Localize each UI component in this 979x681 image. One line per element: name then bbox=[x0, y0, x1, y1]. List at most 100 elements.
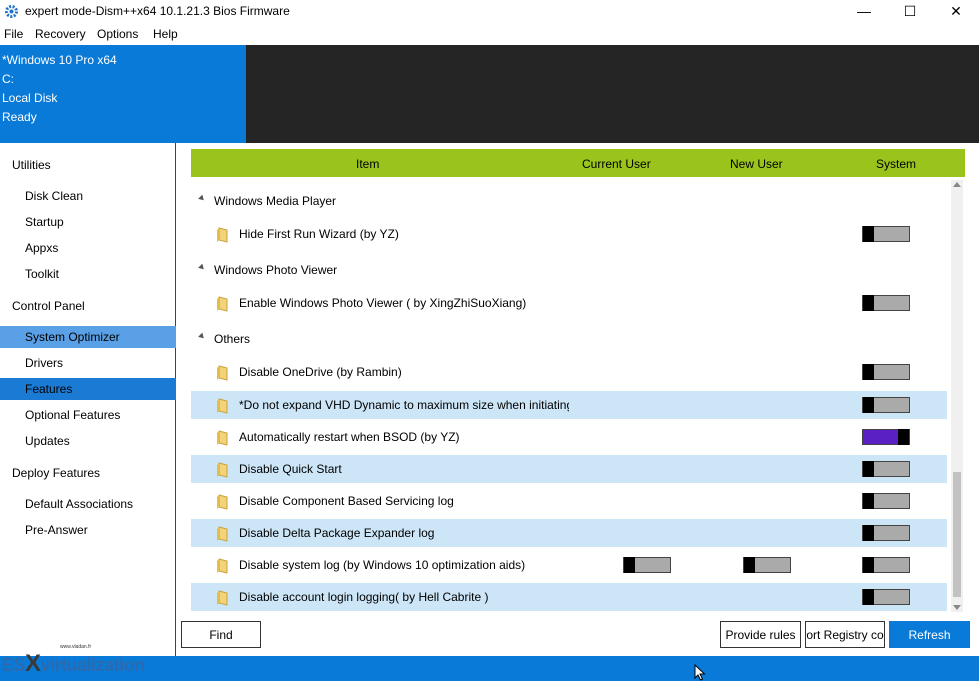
folder-icon bbox=[217, 558, 228, 574]
system-toggle[interactable] bbox=[862, 557, 910, 573]
session-info-panel[interactable]: *Windows 10 Pro x64 C: Local Disk Ready bbox=[0, 45, 246, 143]
export-registry-button[interactable]: ort Registry co bbox=[805, 621, 885, 648]
scrollbar-thumb[interactable] bbox=[953, 472, 961, 597]
list-item[interactable]: Disable Component Based Servicing log bbox=[191, 487, 947, 515]
window-title: expert mode-Dism++x64 10.1.21.3 Bios Fir… bbox=[25, 4, 290, 18]
list-item[interactable]: Disable account login logging( by Hell C… bbox=[191, 583, 947, 611]
refresh-button[interactable]: Refresh bbox=[889, 621, 970, 648]
session-list-area bbox=[246, 45, 979, 143]
maximize-button[interactable]: ☐ bbox=[887, 0, 933, 22]
item-label: Disable system log (by Windows 10 optimi… bbox=[239, 558, 526, 572]
system-toggle[interactable] bbox=[862, 364, 910, 380]
toggle-knob bbox=[863, 397, 874, 413]
scroll-down-arrow-icon[interactable] bbox=[953, 605, 961, 610]
collapse-triangle-icon[interactable] bbox=[198, 194, 206, 203]
folder-icon bbox=[217, 526, 228, 542]
item-label: Disable account login logging( by Hell C… bbox=[239, 590, 489, 604]
menu-file[interactable]: File bbox=[4, 27, 23, 41]
column-header-new-user[interactable]: New User bbox=[730, 157, 783, 171]
item-label: Automatically restart when BSOD (by YZ) bbox=[239, 430, 460, 444]
item-label: Disable Quick Start bbox=[239, 462, 342, 476]
title-bar: expert mode-Dism++x64 10.1.21.3 Bios Fir… bbox=[0, 0, 979, 23]
column-header-current-user[interactable]: Current User bbox=[582, 157, 651, 171]
folder-icon bbox=[217, 227, 228, 243]
menu-options[interactable]: Options bbox=[97, 27, 138, 41]
sidebar-heading-control-panel[interactable]: Control Panel bbox=[0, 295, 185, 317]
sidebar-item-pre-answer[interactable]: Pre-Answer bbox=[0, 519, 198, 541]
item-label: Disable Delta Package Expander log bbox=[239, 526, 435, 540]
column-header-item[interactable]: Item bbox=[356, 157, 379, 171]
toggle-knob bbox=[863, 589, 874, 605]
list-item[interactable]: Hide First Run Wizard (by YZ) bbox=[191, 220, 947, 248]
sidebar-item-features[interactable]: Features bbox=[0, 378, 198, 400]
folder-icon bbox=[217, 462, 228, 478]
features-panel: Item Current User New User System Window… bbox=[176, 143, 979, 656]
item-label: *Do not expand VHD Dynamic to maximum si… bbox=[239, 398, 569, 412]
features-list: Windows Media Player Hide First Run Wiza… bbox=[191, 180, 947, 612]
close-button[interactable]: ✕ bbox=[933, 0, 979, 22]
system-toggle[interactable] bbox=[862, 429, 910, 445]
list-item[interactable]: Automatically restart when BSOD (by YZ) bbox=[191, 423, 947, 451]
sidebar-item-startup[interactable]: Startup bbox=[0, 211, 198, 233]
new-user-toggle[interactable] bbox=[743, 557, 791, 573]
folder-icon bbox=[217, 494, 228, 510]
collapse-triangle-icon[interactable] bbox=[198, 263, 206, 272]
folder-icon bbox=[217, 296, 228, 312]
current-user-toggle[interactable] bbox=[623, 557, 671, 573]
folder-icon bbox=[217, 398, 228, 414]
watermark-logo: www.vladan.fr ESXvirtualization bbox=[0, 642, 175, 677]
minimize-button[interactable]: — bbox=[841, 0, 887, 22]
drive-letter: C: bbox=[2, 72, 14, 86]
toggle-knob bbox=[863, 557, 874, 573]
list-item[interactable]: Disable Delta Package Expander log bbox=[191, 519, 947, 547]
folder-icon bbox=[217, 365, 228, 381]
vertical-scrollbar[interactable] bbox=[951, 180, 963, 612]
toggle-knob bbox=[863, 295, 874, 311]
sidebar-item-appxs[interactable]: Appxs bbox=[0, 237, 198, 259]
menu-bar: File Recovery Options Help bbox=[0, 24, 979, 44]
sidebar-item-default-associations[interactable]: Default Associations bbox=[0, 493, 198, 515]
list-item[interactable]: *Do not expand VHD Dynamic to maximum si… bbox=[191, 391, 947, 419]
group-label: Windows Photo Viewer bbox=[214, 263, 338, 277]
disk-type: Local Disk bbox=[2, 91, 58, 105]
table-header: Item Current User New User System bbox=[191, 149, 965, 177]
group-header[interactable]: Others bbox=[191, 325, 947, 351]
column-header-system[interactable]: System bbox=[876, 157, 916, 171]
sidebar-heading-utilities[interactable]: Utilities bbox=[0, 154, 185, 176]
folder-icon bbox=[217, 430, 228, 446]
toggle-knob bbox=[898, 429, 909, 445]
sidebar-item-system-optimizer[interactable]: System Optimizer bbox=[0, 326, 198, 348]
menu-help[interactable]: Help bbox=[153, 27, 178, 41]
system-toggle[interactable] bbox=[862, 226, 910, 242]
toggle-knob bbox=[863, 226, 874, 242]
sidebar-item-drivers[interactable]: Drivers bbox=[0, 352, 198, 374]
system-toggle[interactable] bbox=[862, 397, 910, 413]
sidebar-item-disk-clean[interactable]: Disk Clean bbox=[0, 185, 198, 207]
menu-recovery[interactable]: Recovery bbox=[35, 27, 86, 41]
group-header[interactable]: Windows Media Player bbox=[191, 187, 947, 213]
list-item[interactable]: Disable OneDrive (by Rambin) bbox=[191, 358, 947, 386]
system-toggle[interactable] bbox=[862, 461, 910, 477]
sidebar-item-updates[interactable]: Updates bbox=[0, 430, 198, 452]
sidebar-item-optional-features[interactable]: Optional Features bbox=[0, 404, 198, 426]
list-item[interactable]: Disable system log (by Windows 10 optimi… bbox=[191, 551, 947, 579]
toggle-knob bbox=[863, 493, 874, 509]
item-label: Disable Component Based Servicing log bbox=[239, 494, 454, 508]
list-item[interactable]: Enable Windows Photo Viewer ( by XingZhi… bbox=[191, 289, 947, 317]
system-toggle[interactable] bbox=[862, 295, 910, 311]
sidebar-item-toolkit[interactable]: Toolkit bbox=[0, 263, 198, 285]
scroll-up-arrow-icon[interactable] bbox=[953, 182, 961, 187]
toggle-knob bbox=[624, 557, 635, 573]
toggle-knob bbox=[863, 461, 874, 477]
sidebar-heading-deploy-features[interactable]: Deploy Features bbox=[0, 462, 185, 484]
session-status: Ready bbox=[2, 110, 37, 124]
provide-rules-button[interactable]: Provide rules bbox=[720, 621, 801, 648]
system-toggle[interactable] bbox=[862, 589, 910, 605]
list-item[interactable]: Disable Quick Start bbox=[191, 455, 947, 483]
group-header[interactable]: Windows Photo Viewer bbox=[191, 256, 947, 282]
system-toggle[interactable] bbox=[862, 493, 910, 509]
system-toggle[interactable] bbox=[862, 525, 910, 541]
find-button[interactable]: Find bbox=[181, 621, 261, 648]
collapse-triangle-icon[interactable] bbox=[198, 332, 206, 341]
item-label: Enable Windows Photo Viewer ( by XingZhi… bbox=[239, 296, 527, 310]
